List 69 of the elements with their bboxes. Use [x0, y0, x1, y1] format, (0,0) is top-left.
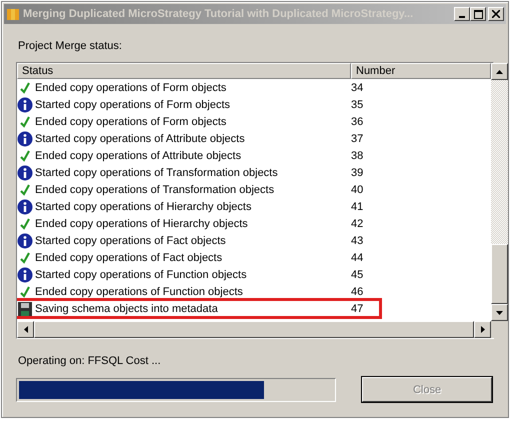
- scroll-right-button[interactable]: [474, 321, 491, 338]
- vertical-scrollbar[interactable]: [491, 63, 508, 321]
- maximize-icon: [474, 10, 482, 18]
- list-row[interactable]: Ended copy operations of Hierarchy objects 42: [17, 215, 491, 232]
- number-text: 47: [350, 302, 364, 314]
- number-text: 37: [350, 132, 364, 144]
- right-arrow-icon: [480, 326, 484, 333]
- checkmark-icon: [17, 250, 33, 266]
- list-row[interactable]: Started copy operations of Form objects 35: [17, 96, 491, 113]
- checkmark-icon: [17, 114, 33, 130]
- list-row[interactable]: Ended copy operations of Transformation objects 40: [17, 181, 491, 198]
- status-text: Ended copy operations of Form objects: [35, 116, 226, 128]
- list-row[interactable]: Ended copy operations of Function objects 46: [17, 283, 491, 300]
- up-arrow-icon: [496, 70, 503, 74]
- maximize-button[interactable]: [470, 7, 486, 21]
- number-text: 44: [350, 252, 364, 264]
- number-text: 35: [350, 98, 364, 110]
- number-text: 36: [350, 116, 364, 128]
- close-icon: [492, 10, 500, 18]
- status-text: Ended copy operations of Function objects: [35, 286, 243, 298]
- status-text: Started copy operations of Hierarchy objects: [35, 200, 252, 212]
- list-row[interactable]: Ended copy operations of Form objects 34: [17, 79, 491, 96]
- status-text: Started copy operations of Attribute objects: [35, 132, 245, 144]
- number-text: 41: [350, 200, 364, 212]
- number-text: 34: [350, 82, 364, 94]
- status-text: Started copy operations of Form objects: [35, 98, 230, 110]
- status-text: Ended copy operations of Form objects: [35, 82, 226, 94]
- scroll-left-button[interactable]: [17, 321, 34, 338]
- status-text: Saving schema objects into metadata: [35, 302, 218, 314]
- status-label: Project Merge status:: [18, 40, 123, 52]
- status-text: Ended copy operations of Transformation objects: [35, 184, 274, 196]
- number-text: 45: [350, 268, 364, 280]
- number-text: 46: [350, 286, 364, 298]
- left-arrow-icon: [24, 326, 28, 333]
- scroll-up-button[interactable]: [491, 63, 508, 80]
- number-text: 38: [350, 150, 364, 162]
- book-icon: [6, 7, 20, 21]
- number-text: 39: [350, 166, 364, 178]
- scroll-down-button[interactable]: [491, 304, 508, 321]
- status-text: Ended copy operations of Attribute objects: [35, 150, 242, 162]
- checkmark-icon: [17, 216, 33, 232]
- list-row[interactable]: Started copy operations of Function objects 45: [17, 266, 491, 283]
- list-row[interactable]: Ended copy operations of Form objects 36: [17, 113, 491, 130]
- scroll-thumb[interactable]: [491, 244, 508, 304]
- number-text: 40: [350, 184, 364, 196]
- list-row[interactable]: Ended copy operations of Fact objects 44: [17, 249, 491, 266]
- status-text: Started copy operations of Fact objects: [35, 234, 226, 246]
- list-row[interactable]: Started copy operations of Fact objects 43: [17, 232, 491, 249]
- list-row[interactable]: Started copy operations of Attribute objects 37: [17, 130, 491, 147]
- down-arrow-icon: [496, 310, 503, 314]
- number-text: 43: [350, 234, 364, 246]
- list-row[interactable]: Started copy operations of Transformation objects 39: [17, 164, 491, 181]
- column-header[interactable]: Status: [17, 63, 351, 79]
- highlighted-row[interactable]: Saving schema objects into metadata 47: [17, 300, 380, 317]
- column-header[interactable]: Number: [351, 63, 491, 79]
- checkmark-icon: [17, 284, 33, 300]
- list-row[interactable]: Ended copy operations of Attribute objects 38: [17, 147, 491, 164]
- checkmark-icon: [17, 148, 33, 164]
- window-close-button[interactable]: [488, 7, 504, 21]
- checkmark-icon: [17, 182, 33, 198]
- status-text: Ended copy operations of Hierarchy objects: [35, 218, 248, 230]
- number-text: 42: [350, 218, 364, 230]
- status-text: Started copy operations of Function objects: [35, 268, 247, 280]
- list-row[interactable]: Started copy operations of Hierarchy objects 41: [17, 198, 491, 215]
- status-text: Ended copy operations of Fact objects: [35, 252, 222, 264]
- operating-label: Operating on: FFSQL Cost ...: [18, 355, 162, 367]
- minimize-button[interactable]: [454, 7, 470, 21]
- status-text: Started copy operations of Transformation objects: [35, 166, 278, 178]
- checkmark-icon: [17, 80, 33, 96]
